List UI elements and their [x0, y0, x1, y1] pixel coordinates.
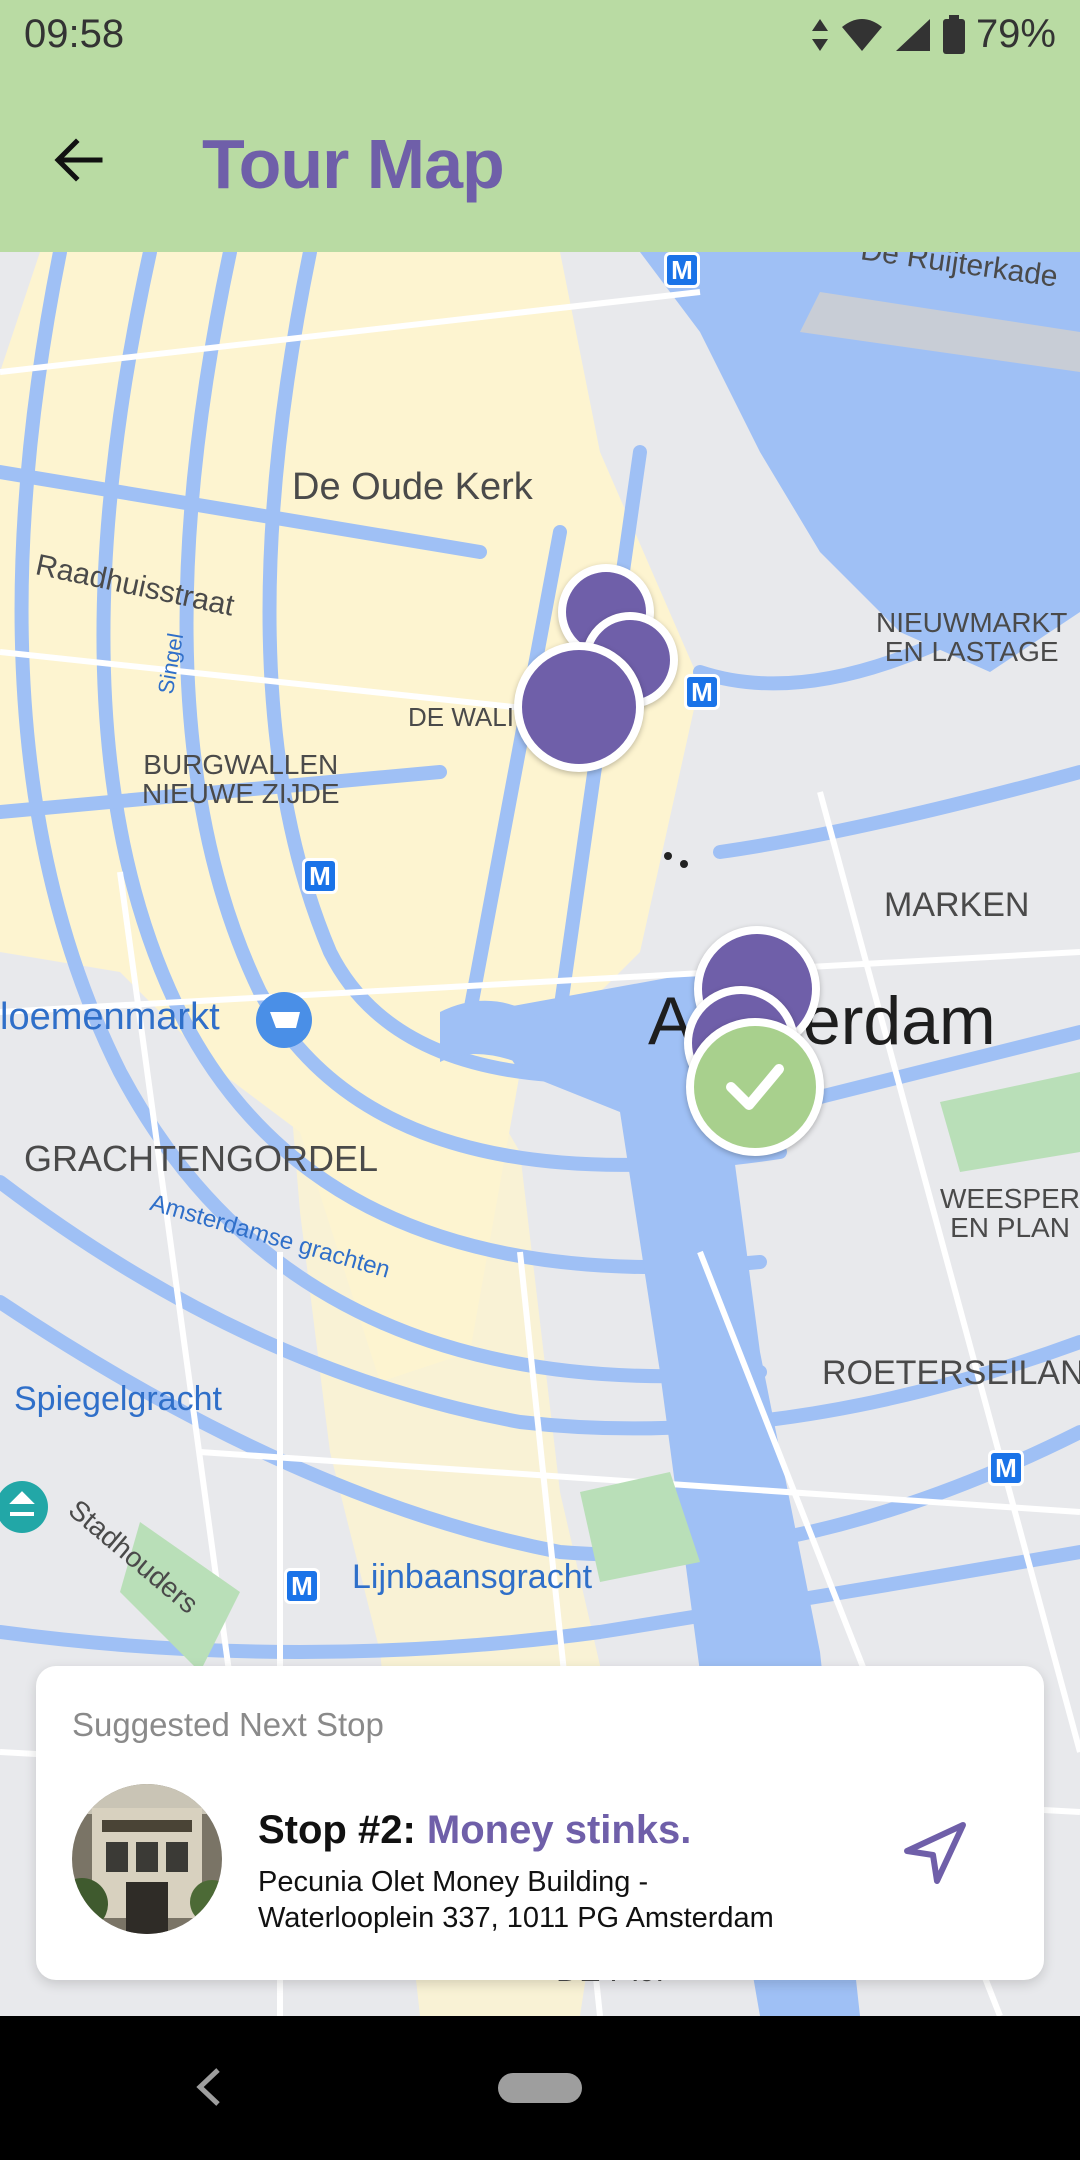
battery-icon — [942, 14, 965, 54]
metro-station-icon[interactable]: M — [284, 1568, 320, 1604]
map-label-burgwallen: BURGWALLEN NIEUWE ZIJDE — [142, 750, 340, 809]
arrow-back-icon — [54, 138, 103, 182]
map-label-grachtengordel: GRACHTENGORDEL — [24, 1138, 379, 1179]
map-label-lijnbaansgracht: Lijnbaansgracht — [352, 1558, 593, 1596]
map-label-nieuwmarkt-text: NIEUWMARKT EN LASTAGE — [876, 607, 1068, 668]
status-bar: 09:58 79% — [0, 0, 1080, 72]
metro-station-icon[interactable]: M — [684, 674, 720, 710]
visited-stop-pin[interactable] — [686, 1018, 824, 1156]
map-label-burgwallen-text: BURGWALLEN NIEUWE ZIJDE — [142, 749, 340, 810]
stop-address: Pecunia Olet Money Building - Waterloopl… — [258, 1864, 858, 1937]
metro-station-icon[interactable]: M — [302, 858, 338, 894]
system-back-icon[interactable] — [188, 2062, 228, 2112]
card-header: Suggested Next Stop — [72, 1706, 384, 1743]
data-arrows-icon — [811, 18, 828, 51]
stop-number: Stop #2: — [258, 1808, 427, 1852]
suggested-stop-card[interactable]: Suggested Next Stop Stop #2: Money stink… — [36, 1666, 1044, 1980]
wifi-icon — [841, 18, 882, 51]
app-bar: Tour Map — [0, 72, 1080, 252]
battery-percent: 79% — [975, 12, 1056, 56]
map-label-weesper-text: WEESPER EN PLAN — [940, 1183, 1080, 1244]
system-home-button[interactable] — [498, 2073, 582, 2103]
map-label-weesper: WEESPER EN PLAN — [940, 1184, 1080, 1243]
navigation-arrow-icon — [904, 1822, 966, 1884]
navigate-button[interactable] — [894, 1814, 974, 1894]
stop-title: Stop #2: Money stinks. — [258, 1808, 691, 1853]
checkmark-icon — [726, 1064, 784, 1110]
tour-stop-pin[interactable] — [514, 642, 644, 772]
cell-signal-icon — [895, 18, 930, 51]
status-icons: 79% — [810, 12, 1056, 57]
map-label-de-wallen: DE WALI — [408, 702, 514, 732]
building-photo — [72, 1784, 222, 1934]
system-nav-bar — [0, 2016, 1080, 2160]
metro-station-icon[interactable]: M — [664, 252, 700, 288]
map-label-bloemenmarkt: loemenmarkt — [0, 996, 220, 1038]
stop-thumbnail — [72, 1784, 222, 1934]
back-button[interactable] — [40, 122, 116, 198]
stop-address-line1: Pecunia Olet Money Building - — [258, 1866, 649, 1898]
map-label-roeterseiland: ROETERSEILAN — [822, 1354, 1080, 1392]
stop-address-line2: Waterlooplein 337, 1011 PG Amsterdam — [258, 1902, 774, 1935]
status-time: 09:58 — [24, 12, 125, 56]
stop-name: Money stinks. — [426, 1808, 692, 1852]
map-label-nieuwmarkt: NIEUWMARKT EN LASTAGE — [876, 608, 1067, 667]
metro-station-icon[interactable]: M — [988, 1450, 1024, 1486]
map-label-oude-kerk: De Oude Kerk — [292, 466, 533, 508]
map-label-marken: MARKEN — [884, 886, 1030, 924]
map-label-spiegelgracht: Spiegelgracht — [14, 1380, 222, 1418]
page-title: Tour Map — [202, 125, 505, 203]
